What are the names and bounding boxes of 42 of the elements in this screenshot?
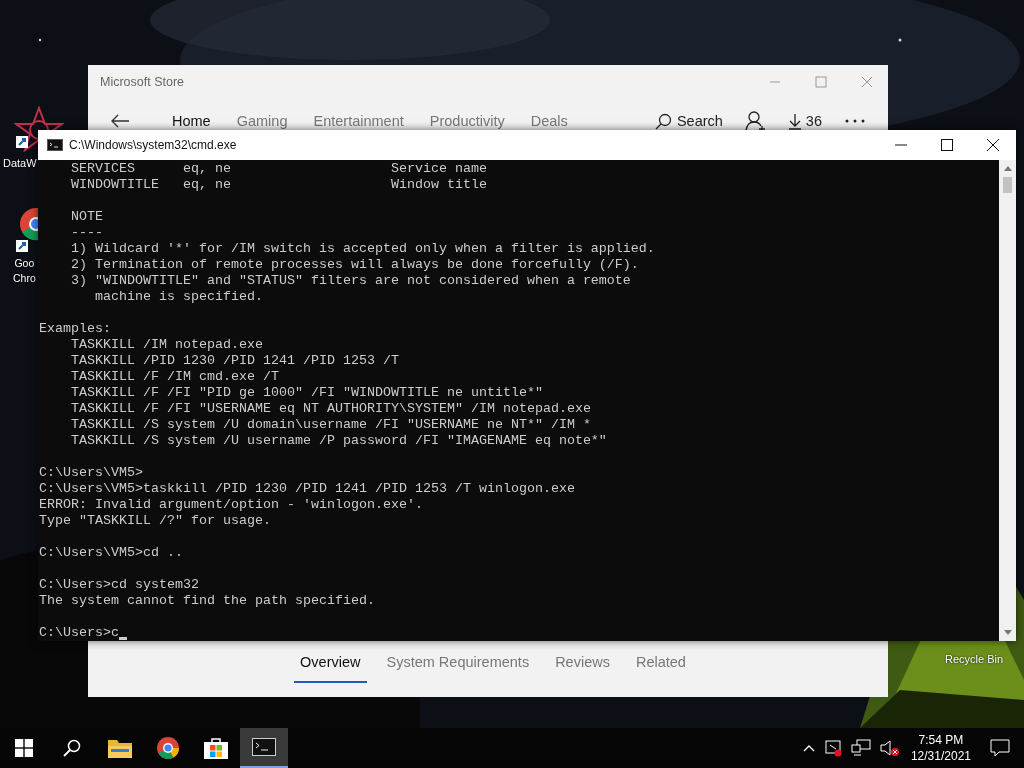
page-tab[interactable]: Reviews <box>549 643 616 683</box>
console-line: TASKKILL /F /IM cmd.exe /T <box>70 369 279 385</box>
page-tab[interactable]: Related <box>629 643 692 683</box>
desktop-icon-label[interactable]: Recycle Bin <box>945 652 1004 667</box>
clock-date[interactable]: 12/31/2021 <box>910 748 971 764</box>
desktop-icon-label[interactable]: Goo Chro <box>13 256 36 286</box>
console-line: TASKKILL /PID 1230 /PID 1241 /PID 1253 /T <box>70 353 399 369</box>
nav-tab[interactable]: Gaming <box>226 109 298 133</box>
console-line: C:\Users\VM5>cd .. <box>39 545 183 561</box>
console-line: 2) Termination of remote processes will always be done forcefully (/F). <box>70 257 639 273</box>
console-line: TASKKILL /S system /U domain\username /FI "USERNAME ne NT*" /IM * <box>70 417 591 433</box>
clock-time[interactable]: 7:54 PM <box>918 732 964 748</box>
console-line: C:\Users\VM5> <box>39 465 143 481</box>
console-line: NOTE <box>70 209 103 225</box>
search-button[interactable]: Search <box>644 108 733 134</box>
console-line: C:\Users>cd system32 <box>39 577 199 593</box>
console-line: TASKKILL /F /FI "PID ge 1000" /FI "WINDOWTITLE ne untitle*" <box>70 385 543 401</box>
console-line: The system cannot find the path specified. <box>39 593 375 609</box>
console-line: 1) Wildcard '*' for /IM switch is accepted only when a filter is applied. <box>70 241 655 257</box>
console-line: C:\Users\VM5>taskkill /PID 1230 /PID 1241 /PID 1253 /T winlogon.exe <box>39 481 575 497</box>
downloads-button[interactable]: 36 <box>778 108 832 134</box>
console-line: TASKKILL /S system /U username /P password /FI "IMAGENAME eq note*" <box>70 433 607 449</box>
console-line: SERVICES eq, ne Service name <box>70 161 487 177</box>
nav-tab[interactable]: Home <box>162 109 221 133</box>
nav-tab[interactable]: Entertainment <box>303 109 414 133</box>
console-line: ---- <box>70 225 103 241</box>
console-line: machine is specified. <box>94 289 263 305</box>
console-line: Examples: <box>39 321 111 337</box>
page-tab[interactable]: Overview <box>294 643 367 683</box>
window-title: C:\Windows\system32\cmd.exe <box>69 138 237 152</box>
nav-tab[interactable]: Deals <box>520 109 578 133</box>
page-tab[interactable]: System Requirements <box>380 643 536 683</box>
console-line: ERROR: Invalid argument/option - 'winlogon.exe'. <box>39 497 423 513</box>
console-line: TASKKILL /F /FI "USERNAME eq NT AUTHORITY\SYSTEM" /IM notepad.exe <box>70 401 591 417</box>
console-line: C:\Users>c <box>39 625 119 641</box>
desktop-icon-label[interactable]: DataW <box>3 156 37 171</box>
console-line: 3) "WINDOWTITLE" and "STATUS" filters are not considered when a remote <box>70 273 631 289</box>
nav-tab[interactable]: Productivity <box>419 109 515 133</box>
window-title: Microsoft Store <box>100 75 185 89</box>
console-line: Type "TASKKILL /?" for usage. <box>39 513 271 529</box>
console-line: TASKKILL /IM notepad.exe <box>70 337 263 353</box>
console-line: WINDOWTITLE eq, ne Window title <box>70 177 487 193</box>
